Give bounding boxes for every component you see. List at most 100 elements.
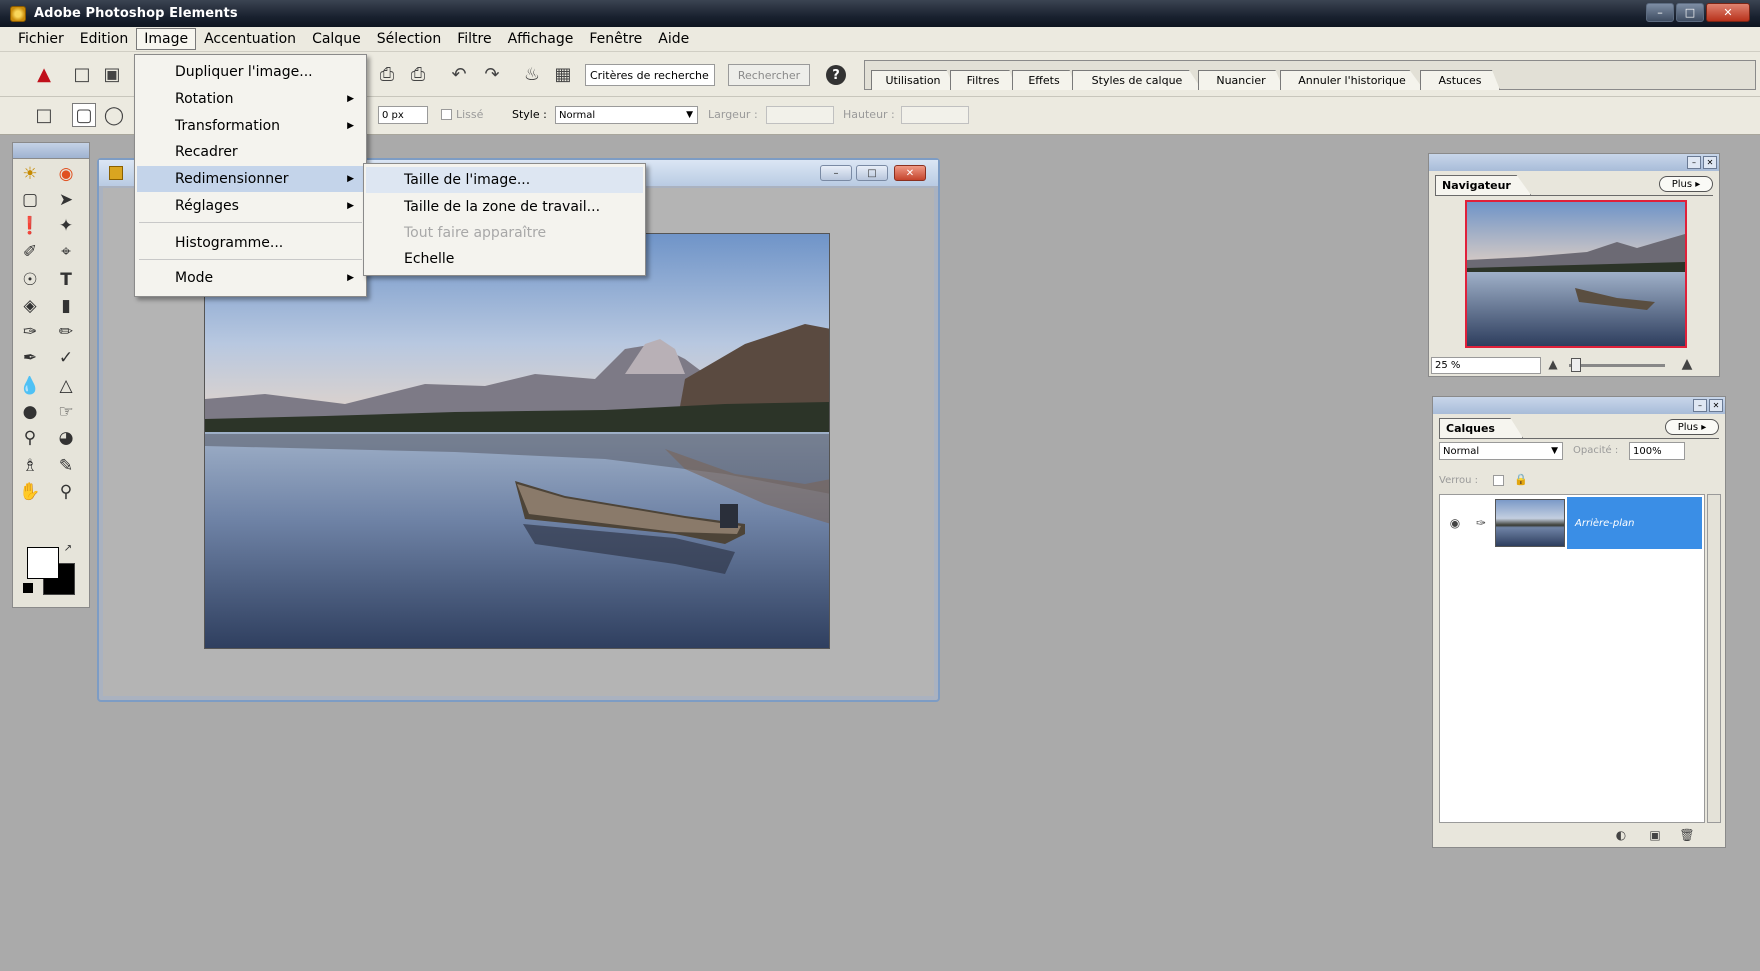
hand-tool-icon[interactable]: ✋: [17, 480, 43, 504]
selection-brush-tool-icon[interactable]: ✐: [17, 240, 43, 264]
maximize-icon[interactable]: □: [1676, 3, 1704, 22]
pencil-tool-icon[interactable]: ✏: [53, 320, 79, 344]
menu-transformation[interactable]: Transformation ▶: [137, 113, 364, 139]
dodge-tool-icon[interactable]: ⚲: [17, 426, 43, 450]
navigator-tab[interactable]: Navigateur: [1435, 175, 1531, 195]
doc-minimize-icon[interactable]: –: [820, 165, 852, 181]
help-icon[interactable]: ?: [826, 65, 846, 85]
eraser-tool-icon[interactable]: ✒: [17, 346, 43, 370]
menu-histogramme[interactable]: Histogramme...: [137, 230, 364, 256]
camera-import-icon[interactable]: ▦: [551, 62, 575, 86]
magic-wand-tool-icon[interactable]: ✦: [53, 214, 79, 238]
largeur-input[interactable]: [766, 106, 834, 124]
menu-image[interactable]: Image: [136, 28, 197, 50]
doc-maximize-icon[interactable]: □: [856, 165, 888, 181]
sponge-tool-icon[interactable]: ●: [17, 400, 43, 424]
selection-mode-icon[interactable]: □: [32, 103, 56, 127]
zoom-slider-handle[interactable]: [1571, 358, 1581, 372]
menu-aide[interactable]: Aide: [650, 28, 697, 50]
zoom-input[interactable]: 25 %: [1431, 357, 1541, 374]
palette-close-icon[interactable]: ✕: [1709, 399, 1723, 412]
new-file-icon[interactable]: □: [70, 62, 94, 86]
redo-icon[interactable]: ↷: [480, 62, 504, 86]
feather-input[interactable]: 0 px: [378, 106, 428, 124]
palette-minimize-icon[interactable]: –: [1687, 156, 1701, 169]
swap-colors-icon[interactable]: ↗: [61, 541, 75, 555]
type-tool-icon[interactable]: T: [53, 268, 79, 292]
tab-astuces[interactable]: Astuces: [1420, 70, 1500, 90]
menu-rotation[interactable]: Rotation ▶: [137, 86, 364, 112]
clone-stamp-tool-icon[interactable]: ♗: [17, 454, 43, 478]
brush-tool-icon[interactable]: ✑: [17, 320, 43, 344]
style-select[interactable]: Normal ▼: [555, 106, 698, 124]
menu-edition[interactable]: Edition: [72, 28, 136, 50]
zoom-in-icon[interactable]: ▲: [1677, 354, 1697, 374]
brush-link-icon[interactable]: ✑: [1470, 512, 1492, 534]
quick-fix-tool-icon[interactable]: ◉: [53, 162, 79, 186]
submenu-echelle[interactable]: Echelle: [366, 246, 643, 272]
menu-dupliquer-image[interactable]: Dupliquer l'image...: [137, 59, 364, 85]
layers-tab[interactable]: Calques: [1439, 418, 1523, 438]
move-tool-icon[interactable]: ➤: [53, 188, 79, 212]
layers-scrollbar[interactable]: [1707, 494, 1721, 823]
navigator-more-button[interactable]: Plus ▸: [1659, 176, 1713, 192]
pdf-icon[interactable]: ▲: [32, 62, 56, 86]
eye-icon[interactable]: ◉: [1444, 512, 1466, 534]
minimize-icon[interactable]: –: [1646, 3, 1674, 22]
zoom-tool-icon[interactable]: ⚲: [53, 480, 79, 504]
menu-filtre[interactable]: Filtre: [449, 28, 499, 50]
menu-mode[interactable]: Mode ▶: [137, 265, 364, 291]
navigator-thumbnail[interactable]: [1465, 200, 1687, 348]
gradient-tool-icon[interactable]: ▮: [53, 294, 79, 318]
zoom-slider-track[interactable]: [1569, 364, 1665, 367]
menu-selection[interactable]: Sélection: [369, 28, 450, 50]
tab-effets[interactable]: Effets: [1012, 70, 1076, 90]
new-layer-icon[interactable]: ▣: [1645, 825, 1665, 845]
search-input[interactable]: [585, 64, 715, 86]
menu-redimensionner[interactable]: Redimensionner ▶: [137, 166, 364, 192]
foreground-color-swatch[interactable]: [27, 547, 59, 579]
hauteur-input[interactable]: [901, 106, 969, 124]
layer-row[interactable]: ◉ ✑ Arrière-plan: [1442, 497, 1702, 549]
photo-browser-tool-icon[interactable]: ☀: [17, 162, 43, 186]
crop-tool-icon[interactable]: ⌖: [53, 240, 79, 264]
doc-close-icon[interactable]: ✕: [894, 165, 926, 181]
menu-reglages[interactable]: Réglages ▶: [137, 193, 364, 219]
menu-fichier[interactable]: Fichier: [10, 28, 72, 50]
trash-icon[interactable]: 🗑: [1677, 825, 1697, 845]
tab-filtres[interactable]: Filtres: [950, 70, 1016, 90]
red-eye-tool-icon[interactable]: ☉: [17, 268, 43, 292]
print-icon[interactable]: ⎙: [375, 62, 399, 86]
undo-icon[interactable]: ↶: [447, 62, 471, 86]
eyedropper-tool-icon[interactable]: ✎: [53, 454, 79, 478]
menu-accentuation[interactable]: Accentuation: [196, 28, 304, 50]
tab-annuler-historique[interactable]: Annuler l'historique: [1280, 70, 1424, 90]
smudge-tool-icon[interactable]: ☞: [53, 400, 79, 424]
lisse-checkbox[interactable]: [441, 109, 452, 120]
online-print-icon[interactable]: ⎙: [406, 62, 430, 86]
layers-more-button[interactable]: Plus ▸: [1665, 419, 1719, 435]
tab-styles-de-calque[interactable]: Styles de calque: [1072, 70, 1202, 90]
photo-browser-icon[interactable]: ♨: [520, 62, 544, 86]
tab-utilisation[interactable]: Utilisation: [871, 70, 955, 90]
layer-name[interactable]: Arrière-plan: [1567, 497, 1702, 549]
menu-fenetre[interactable]: Fenêtre: [581, 28, 650, 50]
palette-minimize-icon[interactable]: –: [1693, 399, 1707, 412]
lock-icon[interactable]: 🔒: [1511, 469, 1531, 489]
submenu-taille-image[interactable]: Taille de l'image...: [366, 167, 643, 193]
adjustment-layer-icon[interactable]: ◐: [1611, 825, 1631, 845]
submenu-taille-zone-travail[interactable]: Taille de la zone de travail...: [366, 194, 643, 220]
blend-mode-select[interactable]: Normal ▼: [1439, 442, 1563, 460]
default-colors-icon[interactable]: [23, 583, 33, 593]
burn-tool-icon[interactable]: ◕: [53, 426, 79, 450]
menu-affichage[interactable]: Affichage: [500, 28, 582, 50]
history-brush-tool-icon[interactable]: ✓: [53, 346, 79, 370]
lock-transparency-checkbox[interactable]: [1493, 475, 1504, 486]
opacity-input[interactable]: 100%: [1629, 442, 1685, 460]
blur-tool-icon[interactable]: 💧: [17, 374, 43, 398]
palette-close-icon[interactable]: ✕: [1703, 156, 1717, 169]
search-button[interactable]: Rechercher: [728, 64, 810, 86]
ellipse-marquee-icon[interactable]: ◯: [102, 103, 126, 127]
menu-calque[interactable]: Calque: [304, 28, 369, 50]
open-file-icon[interactable]: ▣: [100, 62, 124, 86]
